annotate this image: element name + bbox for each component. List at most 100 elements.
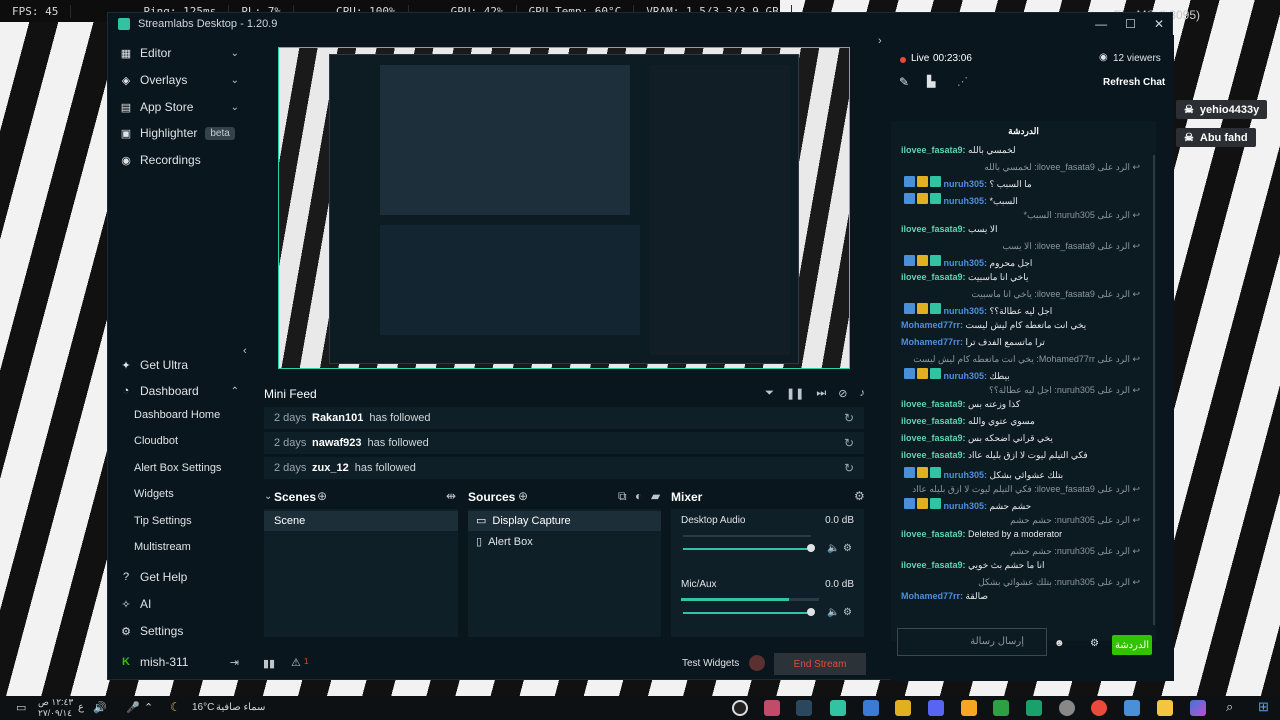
sidebar-item-dashboard[interactable]: ◔ Dashboard ⌃	[120, 381, 245, 401]
performance-icon[interactable]: ▮▮	[263, 657, 275, 670]
app-icon[interactable]	[961, 700, 977, 716]
chat-username[interactable]: Mohamed77rr:	[901, 320, 966, 330]
edit-icon[interactable]: ✎	[899, 75, 909, 89]
add-scene-icon[interactable]: ⊕	[317, 489, 327, 503]
mute-alerts-icon[interactable]: ⊘	[838, 387, 847, 400]
start-icon[interactable]: ⊞	[1258, 699, 1269, 715]
chat-username[interactable]: Mohamed77rr:	[901, 337, 966, 347]
gear-icon[interactable]: ⚙	[843, 607, 852, 618]
chat-username[interactable]: nuruh305:	[941, 179, 990, 189]
sidebar-item-settings[interactable]: ⚙ Settings	[120, 621, 245, 641]
emoji-icon[interactable]: ☻	[1054, 638, 1065, 649]
weather-temp[interactable]: 16°C	[192, 702, 214, 713]
streamlabs-icon[interactable]	[830, 700, 846, 716]
search-icon[interactable]: ⌕	[1226, 699, 1233, 715]
sidebar-item-recordings[interactable]: ◉ Recordings	[120, 150, 245, 170]
refresh-chat-button[interactable]: Refresh Chat	[1103, 77, 1165, 88]
collapse-docks-icon[interactable]: ⌄	[264, 491, 272, 502]
volume-icon[interactable]: 🔊	[93, 701, 107, 714]
add-source-icon[interactable]: ⊕	[518, 489, 528, 503]
sidebar-subitem-cloudbot[interactable]: Cloudbot	[134, 435, 178, 447]
steam-icon[interactable]	[796, 700, 812, 716]
repeat-icon[interactable]: ↻	[844, 461, 854, 475]
end-stream-button[interactable]: End Stream	[774, 653, 866, 675]
chat-scrollbar[interactable]	[1153, 155, 1155, 625]
sidebar-item-get-ultra[interactable]: ✦ Get Ultra	[120, 355, 245, 375]
source-item[interactable]: ▭ Display Capture	[468, 511, 661, 531]
sidebar-subitem-alert-box-settings[interactable]: Alert Box Settings	[134, 462, 221, 474]
chat-username[interactable]: nuruh305:	[941, 196, 990, 206]
store-icon[interactable]	[1124, 700, 1140, 716]
app-icon[interactable]	[895, 700, 911, 716]
app-icon[interactable]	[764, 700, 780, 716]
chat-username[interactable]: ilovee_fasata9:	[901, 450, 968, 460]
stream-preview[interactable]	[278, 47, 850, 369]
mixer-settings-icon[interactable]: ⚙	[854, 489, 865, 503]
chat-username[interactable]: nuruh305:	[941, 258, 990, 268]
repeat-icon[interactable]: ↻	[844, 411, 854, 425]
obs-icon[interactable]	[732, 700, 748, 716]
sidebar-item-overlays[interactable]: ◈ Overlays ⌄	[120, 70, 245, 90]
sidebar-item-ai[interactable]: ✧ AI	[120, 594, 245, 614]
scene-transition-icon[interactable]: ⇹	[446, 489, 456, 503]
sidebar-item-editor[interactable]: ▦ Editor ⌄	[120, 43, 245, 63]
sidebar-subitem-widgets[interactable]: Widgets	[134, 488, 174, 500]
chat-settings-icon[interactable]: ⚙	[1090, 638, 1099, 649]
microphone-icon[interactable]: 🎤	[126, 701, 140, 714]
app-icon[interactable]	[1190, 700, 1206, 716]
chat-username[interactable]: ilovee_fasata9:	[901, 529, 968, 539]
chat-username[interactable]: ilovee_fasata9:	[901, 272, 968, 282]
chat-username[interactable]: ilovee_fasata9:	[901, 145, 968, 155]
logout-icon[interactable]: ⇥	[230, 656, 239, 669]
taskbar-time[interactable]: ١٢:٤٣ ص	[38, 697, 73, 708]
chat-input[interactable]: إرسال رسالة	[897, 628, 1047, 656]
test-widgets-icon[interactable]	[749, 655, 765, 671]
mute-icon[interactable]: 🔈	[827, 543, 839, 554]
volume-slider[interactable]	[683, 612, 811, 614]
volume-slider-handle[interactable]	[807, 608, 815, 616]
mute-icon[interactable]: 🔈	[827, 607, 839, 618]
discord-icon[interactable]	[928, 700, 944, 716]
skip-icon[interactable]: ⏭	[816, 387, 826, 400]
maximize-button[interactable]: ☐	[1125, 17, 1136, 31]
sidebar-subitem-multistream[interactable]: Multistream	[134, 541, 191, 553]
sidebar-item-get-help[interactable]: ? Get Help	[120, 567, 245, 587]
alert-icon[interactable]: ⚠	[291, 656, 301, 669]
folder-icon[interactable]: ▰	[651, 489, 660, 503]
gear-icon[interactable]: ⚙	[843, 543, 852, 554]
chat-tab[interactable]: الدردشة	[891, 121, 1156, 141]
weather-text[interactable]: سماء صافية	[216, 702, 265, 713]
chat-username[interactable]: ilovee_fasata9:	[901, 416, 968, 426]
app-icon[interactable]	[863, 700, 879, 716]
dashboard-icon[interactable]: ▙	[927, 75, 935, 88]
chat-username[interactable]: ilovee_fasata9:	[901, 433, 968, 443]
filter-icon[interactable]: ⏷	[765, 387, 774, 400]
chat-username[interactable]: ilovee_fasata9:	[901, 399, 968, 409]
chat-username[interactable]: nuruh305:	[941, 470, 990, 480]
chrome-icon[interactable]	[1091, 700, 1107, 716]
pause-icon[interactable]: ❚❚	[786, 387, 804, 400]
chat-username[interactable]: ilovee_fasata9:	[901, 224, 968, 234]
source-properties-icon[interactable]: ⧉	[618, 489, 627, 504]
volume-slider[interactable]	[683, 548, 811, 550]
close-button[interactable]: ✕	[1154, 17, 1164, 31]
minimize-button[interactable]: —	[1095, 17, 1107, 31]
taskbar-date[interactable]: ٢٧/٠٩/١٤	[38, 708, 72, 719]
share-icon[interactable]: ⋰	[957, 75, 968, 88]
source-item[interactable]: ▯ Alert Box	[468, 532, 661, 552]
volume-icon[interactable]: ♪	[860, 387, 866, 400]
folder-icon[interactable]	[1157, 700, 1173, 716]
chat-username[interactable]: nuruh305:	[941, 501, 990, 511]
settings-icon[interactable]	[1059, 700, 1075, 716]
language-indicator[interactable]: ع	[78, 702, 84, 713]
sidebar-user[interactable]: K mish-311 ⇥	[120, 652, 245, 672]
chat-username[interactable]: nuruh305:	[941, 371, 990, 381]
test-widgets-label[interactable]: Test Widgets	[682, 658, 739, 669]
sidebar-item-highlighter[interactable]: ▣ Highlighter beta	[120, 123, 245, 143]
chat-send-button[interactable]: الدردشة	[1112, 635, 1152, 655]
app-icon[interactable]	[993, 700, 1009, 716]
source-filters-icon[interactable]: ◐	[635, 489, 642, 503]
preview-collapse-icon[interactable]: ›	[878, 35, 882, 47]
notification-icon[interactable]: ▭	[16, 701, 26, 714]
sidebar-subitem-dashboard-home[interactable]: Dashboard Home	[134, 409, 220, 421]
